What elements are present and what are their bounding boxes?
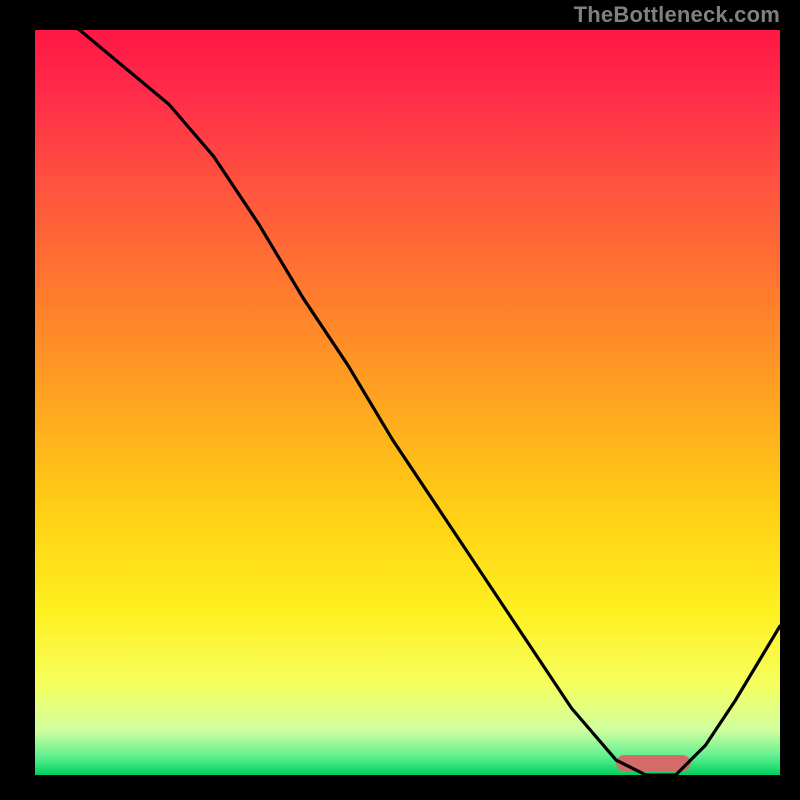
bottleneck-chart xyxy=(0,0,800,800)
optimal-range-marker xyxy=(616,755,691,771)
plot-background xyxy=(35,30,780,775)
chart-frame: TheBottleneck.com xyxy=(0,0,800,800)
